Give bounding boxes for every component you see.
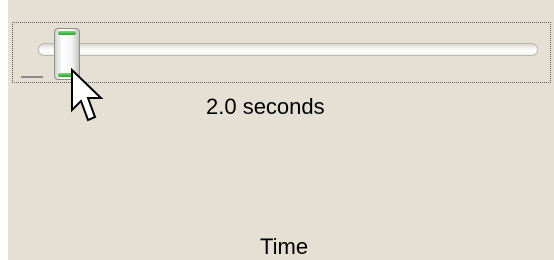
slider-caption: Time [260, 234, 309, 259]
time-slider-track[interactable] [38, 43, 538, 56]
mouse-pointer-arrow-icon [71, 68, 104, 122]
slider-tick-mark [21, 76, 43, 78]
thumb-grip-top [58, 31, 76, 35]
slider-value-label: 2.0 seconds [206, 94, 325, 119]
